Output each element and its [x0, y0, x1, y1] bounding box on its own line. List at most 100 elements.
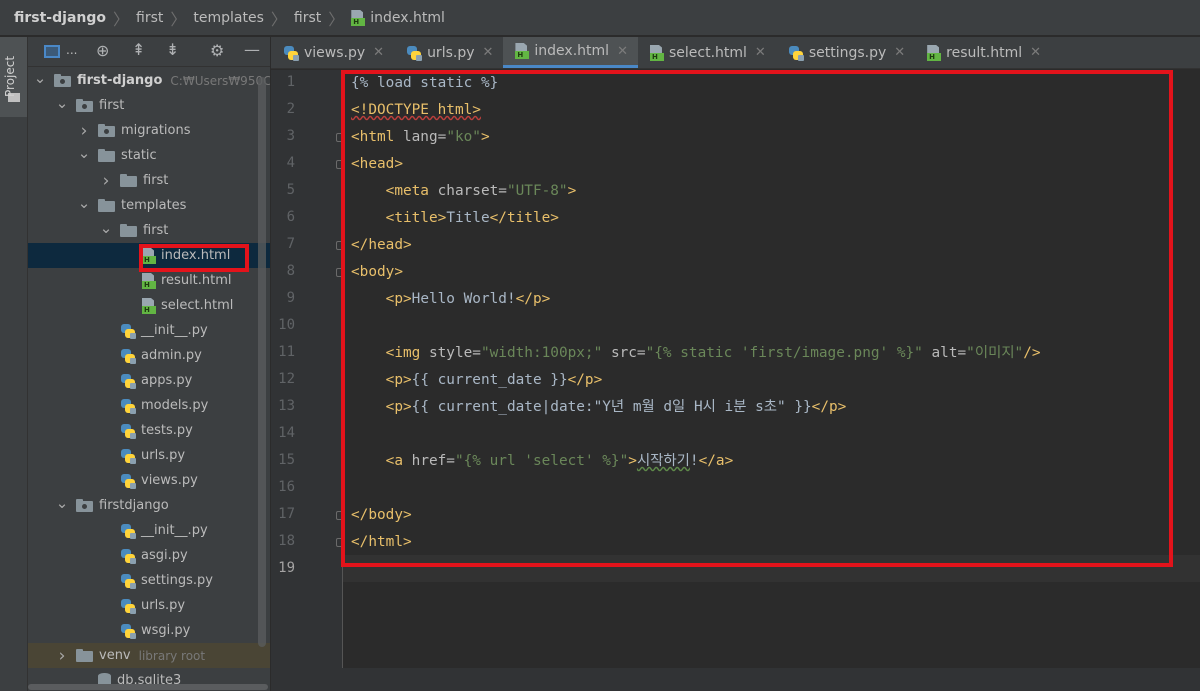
tree-item-label: models.py	[141, 398, 209, 413]
line-number: 3	[286, 128, 295, 144]
close-icon[interactable]: ✕	[755, 45, 766, 60]
tree-item[interactable]: ⌄ first-django C:₩Users₩950C	[28, 68, 270, 93]
editor-tab[interactable]: Hselect.html ✕	[638, 37, 776, 68]
breadcrumb-item[interactable]: first	[136, 10, 163, 26]
chevron-down-icon[interactable]: ⌄	[54, 494, 70, 512]
tree-item[interactable]: ⌄ firstdjango	[28, 493, 270, 518]
folder-icon	[76, 649, 93, 662]
project-tree: ⌄ first-django C:₩Users₩950C ⌄ first › migrati…	[28, 68, 270, 691]
tree-item-label: urls.py	[141, 598, 186, 613]
python-file-icon	[120, 448, 136, 464]
close-icon[interactable]: ✕	[617, 44, 628, 59]
tree-item[interactable]: ⌄ first	[28, 93, 270, 118]
chevron-down-icon[interactable]: ⌄	[76, 194, 92, 212]
line-number: 6	[286, 209, 295, 225]
vertical-scrollbar[interactable]	[258, 77, 266, 647]
tree-item[interactable]: urls.py	[28, 593, 270, 618]
folder-icon	[120, 224, 137, 237]
tree-item[interactable]: settings.py	[28, 568, 270, 593]
close-icon[interactable]: ✕	[373, 45, 384, 60]
tree-item-label: __init__.py	[141, 523, 208, 538]
tree-item-label: first-django	[77, 73, 163, 88]
tree-item[interactable]: __init__.py	[28, 318, 270, 343]
project-panel: ... ⊕ ⇞ ⇟ ⚙ — ⌄ first-django C:₩Users₩950C…	[28, 37, 270, 691]
python-file-icon	[120, 373, 136, 389]
locate-file-icon[interactable]: ⊕	[96, 41, 109, 60]
line-number: 4	[286, 155, 295, 171]
tree-item[interactable]: urls.py	[28, 443, 270, 468]
expand-all-icon[interactable]: ⇞	[132, 40, 145, 59]
tree-item-label: result.html	[161, 273, 232, 288]
folder-icon	[98, 199, 115, 212]
project-tab-label: Project	[3, 55, 17, 97]
python-file-icon	[120, 423, 136, 439]
breadcrumb-item[interactable]: templates	[193, 10, 264, 26]
tree-item[interactable]: › first	[28, 168, 270, 193]
python-file-icon	[120, 348, 136, 364]
chevron-right-icon[interactable]: ›	[76, 121, 92, 141]
breadcrumb-label: first	[293, 9, 322, 26]
chevron-down-icon[interactable]: ⌄	[98, 219, 114, 237]
project-tool-tab[interactable]: Project	[0, 37, 27, 117]
project-view-dropdown[interactable]: ...	[66, 43, 77, 57]
line-number: 12	[278, 371, 295, 387]
editor-tab[interactable]: Hindex.html ✕	[503, 37, 638, 68]
tree-item[interactable]: Hselect.html	[28, 293, 270, 318]
python-file-icon	[788, 45, 804, 61]
breadcrumb-item[interactable]: Hindex.html	[351, 9, 445, 26]
close-icon[interactable]: ✕	[1030, 45, 1041, 60]
tree-item[interactable]: ⌄ templates	[28, 193, 270, 218]
chevron-right-icon: 〉	[170, 9, 187, 29]
line-number: 14	[278, 425, 295, 441]
tab-label: index.html	[534, 43, 610, 59]
editor-tab[interactable]: settings.py ✕	[776, 37, 915, 68]
tree-item[interactable]: __init__.py	[28, 518, 270, 543]
editor-tab[interactable]: Hresult.html ✕	[915, 37, 1051, 68]
tree-item[interactable]: ⌄ first	[28, 218, 270, 243]
line-number: 7	[286, 236, 295, 252]
tree-item[interactable]: views.py	[28, 468, 270, 493]
horizontal-scrollbar[interactable]	[28, 684, 268, 690]
python-file-icon	[120, 473, 136, 489]
editor-tab[interactable]: urls.py ✕	[394, 37, 503, 68]
python-file-icon	[283, 45, 299, 61]
chevron-right-icon[interactable]: ›	[54, 646, 70, 666]
python-file-icon	[120, 598, 136, 614]
tree-item[interactable]: wsgi.py	[28, 618, 270, 643]
close-icon[interactable]: ✕	[483, 45, 494, 60]
breadcrumb-item[interactable]: first-django	[14, 10, 106, 26]
html-file-icon: H	[351, 9, 366, 26]
editor-gutter: 1 2 3 4 5 6 7 8 9 10 11 12 13 14 15 16 17 18 19	[271, 70, 345, 691]
tree-item-label: templates	[121, 198, 187, 213]
chevron-right-icon[interactable]: ›	[98, 171, 114, 191]
chevron-down-icon[interactable]: ⌄	[76, 144, 92, 162]
tree-item[interactable]: asgi.py	[28, 543, 270, 568]
html-file-icon: H	[515, 43, 530, 59]
breadcrumb-item[interactable]: first	[294, 10, 321, 26]
tree-item[interactable]: admin.py	[28, 343, 270, 368]
html-file-icon: H	[649, 44, 664, 61]
python-file-icon	[120, 323, 136, 339]
editor-highlight-box	[341, 70, 1173, 567]
gear-icon[interactable]: ⚙	[210, 41, 224, 60]
line-number: 13	[278, 398, 295, 414]
chevron-down-icon[interactable]: ⌄	[54, 94, 70, 112]
hide-panel-icon[interactable]: —	[244, 40, 260, 59]
close-icon[interactable]: ✕	[894, 45, 905, 60]
folder-module-icon	[98, 124, 115, 137]
tree-item[interactable]: › venv library root	[28, 643, 270, 668]
tree-item-label: firstdjango	[99, 498, 169, 513]
tree-item[interactable]: apps.py	[28, 368, 270, 393]
project-view-icon[interactable]	[44, 45, 60, 58]
chevron-down-icon[interactable]: ⌄	[32, 69, 48, 87]
tree-item[interactable]: › migrations	[28, 118, 270, 143]
breadcrumb-label: first-django	[14, 9, 106, 26]
tree-item[interactable]: models.py	[28, 393, 270, 418]
tree-item-label: urls.py	[141, 448, 186, 463]
tab-label: settings.py	[808, 44, 887, 61]
folder-icon	[120, 174, 137, 187]
tree-item[interactable]: tests.py	[28, 418, 270, 443]
collapse-all-icon[interactable]: ⇟	[166, 40, 179, 59]
editor-tab[interactable]: views.py ✕	[271, 37, 394, 68]
tree-item[interactable]: ⌄ static	[28, 143, 270, 168]
